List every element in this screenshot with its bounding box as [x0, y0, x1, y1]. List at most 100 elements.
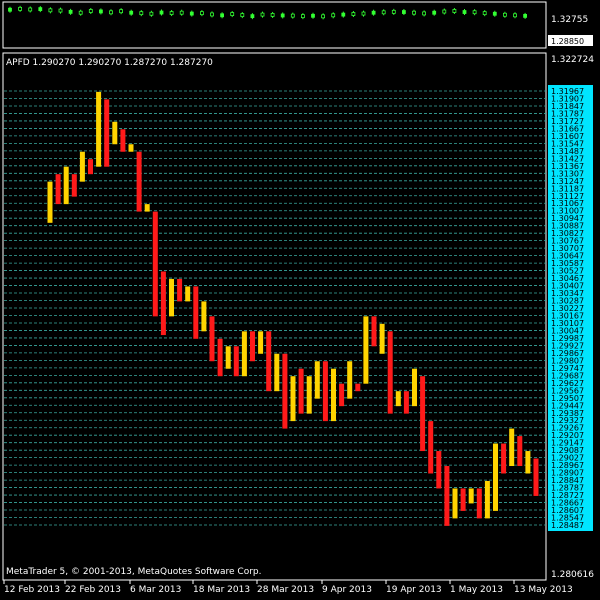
price-bar [177, 278, 183, 302]
price-axis-ticks: 1.319671.319071.318471.317871.317271.316… [548, 85, 593, 531]
indicator-candle [149, 11, 154, 16]
price-bar [517, 436, 523, 467]
indicator-candle [492, 11, 497, 16]
price-bar [355, 383, 361, 392]
price-bar [444, 466, 450, 526]
date-label: 28 Mar 2013 [257, 585, 314, 595]
indicator-candle [462, 10, 467, 14]
price-bar [403, 391, 409, 414]
date-label: 6 Mar 2013 [130, 585, 181, 595]
price-bar [525, 451, 531, 474]
price-bar [88, 159, 93, 175]
price-bar [468, 488, 474, 504]
indicator-candle [139, 11, 144, 16]
indicator-candle [331, 13, 336, 18]
price-bar [314, 361, 320, 399]
price-axis-bottom-label: 1.280616 [551, 570, 594, 580]
indicator-candle [412, 10, 416, 15]
indicator-axis-label-top: 1.32755 [551, 15, 588, 25]
price-bar [484, 480, 490, 519]
indicator-candle [523, 13, 527, 18]
price-bar [322, 361, 328, 422]
indicator-candle [240, 13, 245, 18]
price-bar [420, 376, 426, 452]
date-label: 18 Mar 2013 [193, 585, 250, 595]
date-label: 22 Feb 2013 [65, 585, 121, 595]
price-bar [71, 174, 77, 197]
indicator-candle [18, 6, 23, 11]
indicator-candle [442, 9, 447, 14]
price-bar [193, 286, 199, 339]
price-bar [209, 316, 215, 362]
indicator-candle [260, 12, 265, 17]
price-bar [96, 91, 102, 167]
indicator-candle [8, 7, 12, 12]
indicator-axis-label-current: 1.28850 [551, 37, 584, 46]
price-bar [363, 316, 369, 384]
indicator-candle [300, 14, 305, 19]
indicator-candle [58, 8, 63, 13]
indicator-candle [371, 10, 376, 15]
price-bar [120, 129, 126, 152]
price-bar [412, 368, 417, 407]
price-bar [379, 323, 385, 354]
price-bar [160, 271, 166, 336]
indicator-candle [381, 10, 386, 15]
price-bar [371, 316, 377, 347]
price-bar [395, 391, 401, 407]
date-label: 12 Feb 2013 [4, 585, 60, 595]
price-bar [460, 488, 466, 511]
indicator-candle [422, 11, 427, 16]
price-bar [306, 376, 312, 414]
indicator-candle [250, 14, 255, 19]
indicator-candle [472, 10, 477, 15]
indicator-candle [48, 8, 53, 13]
indicator-candle [321, 14, 326, 19]
price-bar [169, 278, 174, 317]
indicator-candle [199, 11, 204, 16]
symbol-header: APFD 1.290270 1.290270 1.287270 1.287270 [6, 58, 213, 68]
indicator-candle [230, 12, 235, 16]
price-bar [225, 346, 231, 369]
indicator-candle [290, 13, 295, 18]
price-bar [63, 166, 69, 205]
price-bar [241, 331, 247, 377]
price-tick-label: 1.28487 [551, 521, 584, 530]
indicator-candle [401, 10, 406, 14]
date-label: 9 Apr 2013 [322, 585, 372, 595]
indicator-candle [189, 11, 194, 16]
indicator-candle [129, 10, 134, 15]
price-bar [128, 144, 134, 152]
indicator-candle [169, 11, 174, 15]
price-bar [428, 421, 434, 474]
price-bar [493, 443, 498, 511]
price-bar [47, 181, 53, 223]
metatrader-chart[interactable]: 1.32755 1.28850 APFD 1.290270 1.290270 1… [0, 0, 600, 600]
indicator-candle [119, 9, 123, 14]
indicator-candle [270, 13, 275, 17]
indicator-candle [351, 12, 356, 16]
price-bar [387, 331, 393, 414]
copyright-text: MetaTrader 5, © 2001-2013, MetaQuotes So… [6, 567, 262, 577]
price-bar [533, 458, 539, 496]
price-bar [185, 286, 191, 302]
indicator-candle [159, 10, 164, 15]
indicator-candle [391, 9, 396, 14]
indicator-candle [38, 7, 43, 12]
indicator-candle [482, 11, 487, 16]
price-bar [274, 353, 280, 392]
price-bar [201, 301, 207, 332]
price-bar [436, 451, 442, 489]
price-bar [233, 346, 239, 377]
indicator-candle [432, 10, 437, 15]
indicator-candle [88, 9, 93, 13]
price-bar [112, 121, 118, 145]
price-bar [136, 151, 142, 212]
indicator-candle [109, 10, 113, 15]
date-label: 13 May 2013 [514, 585, 573, 595]
date-label: 19 Apr 2013 [386, 585, 442, 595]
indicator-candle [68, 9, 73, 14]
indicator-candle [179, 10, 184, 15]
indicator-candle [311, 13, 315, 18]
indicator-candle [210, 12, 214, 17]
